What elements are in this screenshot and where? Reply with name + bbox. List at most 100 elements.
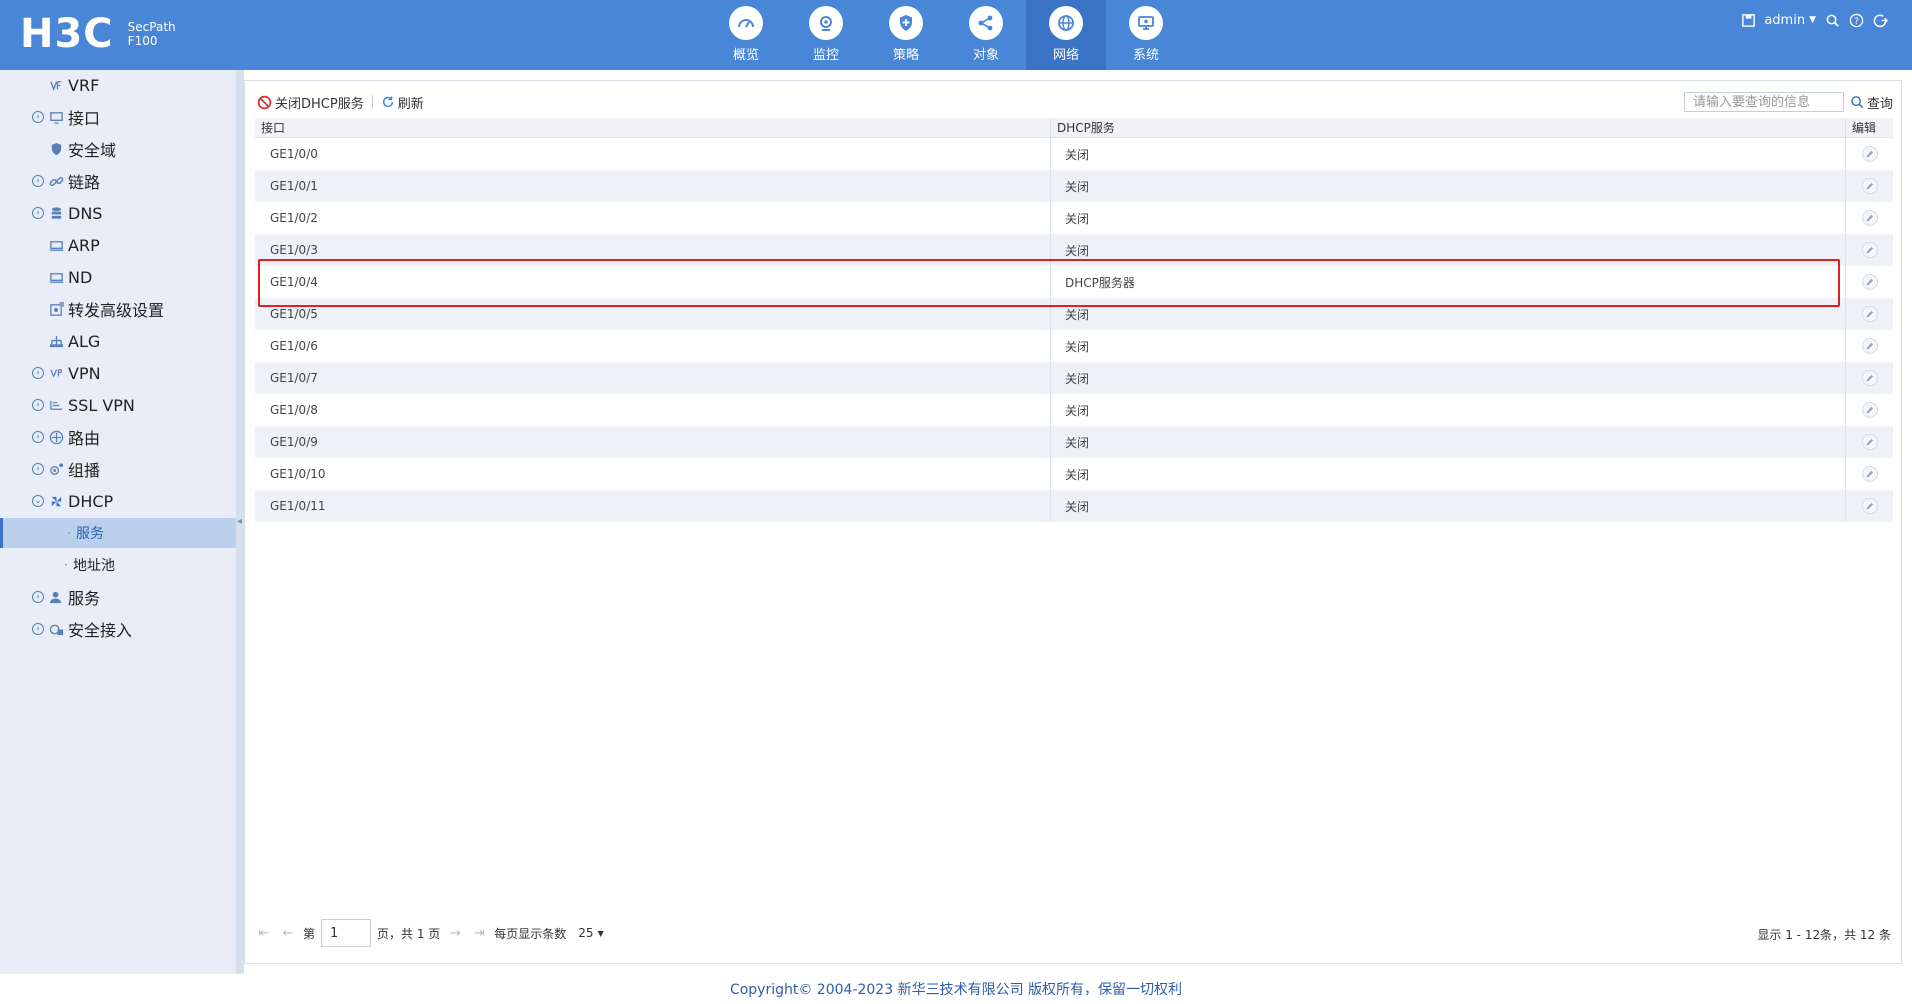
sidebar-item-dhcp[interactable]: ⌄ DHCP <box>0 486 236 516</box>
chevron-left-icon[interactable]: ◂ <box>237 516 242 527</box>
sidebar-item-dhcp-service[interactable]: · 服务 <box>0 518 236 548</box>
table-row[interactable]: GE1/0/5 关闭 <box>255 298 1893 330</box>
globe-icon <box>1049 6 1083 40</box>
close-dhcp-button[interactable]: 关闭DHCP服务 <box>257 93 364 112</box>
edit-button[interactable] <box>1861 402 1878 418</box>
edit-button[interactable] <box>1861 306 1878 322</box>
sidebar-item-ssl-vpn[interactable]: › SSL VPN <box>0 390 236 420</box>
expand-icon[interactable]: › <box>32 111 44 123</box>
search-icon[interactable] <box>1824 12 1840 28</box>
toolbar: 关闭DHCP服务 刷新 <box>257 91 424 113</box>
expand-icon[interactable]: › <box>32 175 44 187</box>
table-row[interactable]: GE1/0/2 关闭 <box>255 202 1893 234</box>
expand-icon[interactable]: › <box>32 207 44 219</box>
page-number-input[interactable] <box>321 919 372 947</box>
sidebar-item-arp[interactable]: ARP <box>0 230 236 260</box>
expand-icon[interactable]: › <box>32 399 44 411</box>
search-input[interactable] <box>1683 92 1844 112</box>
forward-settings-icon <box>48 301 64 317</box>
table-row[interactable]: GE1/0/9 关闭 <box>255 426 1893 458</box>
edit-button[interactable] <box>1861 370 1878 386</box>
table-row[interactable]: GE1/0/0 关闭 <box>255 138 1893 170</box>
last-page-icon[interactable]: ⇥ <box>470 926 488 941</box>
nav-system[interactable]: 系统 <box>1106 0 1186 70</box>
expand-icon[interactable]: › <box>32 367 44 379</box>
content-panel: 关闭DHCP服务 刷新 查询 接口 DHCP服务 编辑 GE1/0/0关闭GE1… <box>244 80 1902 964</box>
expand-icon[interactable]: › <box>32 431 44 443</box>
edit-button[interactable] <box>1861 242 1878 258</box>
expand-icon[interactable]: › <box>32 623 44 635</box>
sidebar-item-multicast[interactable]: › 组播 <box>0 454 236 484</box>
sidebar-item-label: SSL VPN <box>68 395 135 415</box>
table-row[interactable]: GE1/0/4 DHCP服务器 <box>255 266 1893 298</box>
refresh-button[interactable]: 刷新 <box>381 93 424 112</box>
edit-button[interactable] <box>1861 466 1878 482</box>
edit-button[interactable] <box>1861 274 1878 290</box>
bullet-icon: · <box>64 558 68 572</box>
sidebar-item-route[interactable]: › 路由 <box>0 422 236 452</box>
table-row[interactable]: GE1/0/10 关闭 <box>255 458 1893 490</box>
sidebar-item-secure-access[interactable]: › 安全接入 <box>0 614 236 644</box>
table-row[interactable]: GE1/0/7 关闭 <box>255 362 1893 394</box>
user-name: admin <box>1764 12 1806 28</box>
next-page-icon[interactable]: → <box>446 926 464 941</box>
share-icon <box>969 6 1003 40</box>
bullet-icon: · <box>67 526 71 540</box>
nav-network[interactable]: 网络 <box>1026 0 1106 70</box>
link-icon <box>48 173 64 189</box>
sidebar-item-interface[interactable]: › 接口 <box>0 102 236 132</box>
pencil-icon <box>1866 470 1874 478</box>
edit-button[interactable] <box>1861 146 1878 162</box>
first-page-icon[interactable]: ⇤ <box>255 926 273 941</box>
user-menu[interactable]: admin ▼ <box>1764 13 1816 28</box>
edit-button[interactable] <box>1861 434 1878 450</box>
sidebar-item-nd[interactable]: ND <box>0 262 236 292</box>
table-row[interactable]: GE1/0/11 关闭 <box>255 490 1893 522</box>
nav-object[interactable]: 对象 <box>946 0 1026 70</box>
cell-interface: GE1/0/7 <box>270 371 318 385</box>
column-header-interface[interactable]: 接口 <box>255 118 1050 137</box>
pencil-icon <box>1866 150 1874 158</box>
sidebar: VRF › 接口 安全域 › 链路 › DNS ARP ND 转发高级设置 AL… <box>0 70 236 974</box>
caret-down-icon: ▼ <box>597 928 604 938</box>
expand-icon[interactable]: › <box>32 591 44 603</box>
sidebar-item-link[interactable]: › 链路 <box>0 166 236 196</box>
search-button[interactable]: 查询 <box>1850 93 1893 112</box>
pagination: ⇤ ← 第 页，共 1 页 → ⇥ 每页显示条数 25 ▼ <box>255 919 604 947</box>
sidebar-item-dns[interactable]: › DNS <box>0 198 236 228</box>
pencil-icon <box>1866 214 1874 222</box>
edit-button[interactable] <box>1861 498 1878 514</box>
column-header-dhcp[interactable]: DHCP服务 <box>1050 118 1845 137</box>
nav-overview[interactable]: 概览 <box>706 0 786 70</box>
secure-access-icon <box>48 621 64 637</box>
cell-edit <box>1845 138 1893 170</box>
sidebar-item-alg[interactable]: ALG <box>0 326 236 356</box>
sidebar-item-vrf[interactable]: VRF <box>0 70 236 100</box>
edit-button[interactable] <box>1861 178 1878 194</box>
per-page-select[interactable]: 25 ▼ <box>578 926 603 940</box>
expand-icon[interactable]: › <box>32 463 44 475</box>
help-icon[interactable]: ? <box>1848 12 1864 28</box>
cell-edit <box>1845 298 1893 330</box>
sidebar-item-vpn[interactable]: › VPN <box>0 358 236 388</box>
sidebar-item-security-zone[interactable]: 安全域 <box>0 134 236 164</box>
sidebar-item-address-pool[interactable]: · 地址池 <box>0 550 236 580</box>
toolbar-divider <box>371 95 373 109</box>
logout-icon[interactable] <box>1872 12 1888 28</box>
sidebar-item-label: 接口 <box>68 109 101 128</box>
table-row[interactable]: GE1/0/8 关闭 <box>255 394 1893 426</box>
cell-interface: GE1/0/5 <box>270 307 318 321</box>
table-row[interactable]: GE1/0/6 关闭 <box>255 330 1893 362</box>
table-row[interactable]: GE1/0/3 关闭 <box>255 234 1893 266</box>
edit-button[interactable] <box>1861 210 1878 226</box>
cell-edit <box>1845 170 1893 202</box>
save-icon[interactable] <box>1740 12 1756 28</box>
collapse-icon[interactable]: ⌄ <box>32 495 44 507</box>
table-row[interactable]: GE1/0/1 关闭 <box>255 170 1893 202</box>
edit-button[interactable] <box>1861 338 1878 354</box>
sidebar-item-forward-settings[interactable]: 转发高级设置 <box>0 294 236 324</box>
nav-monitor[interactable]: 监控 <box>786 0 866 70</box>
sidebar-item-service[interactable]: › 服务 <box>0 582 236 612</box>
prev-page-icon[interactable]: ← <box>279 926 297 941</box>
nav-policy[interactable]: 策略 <box>866 0 946 70</box>
